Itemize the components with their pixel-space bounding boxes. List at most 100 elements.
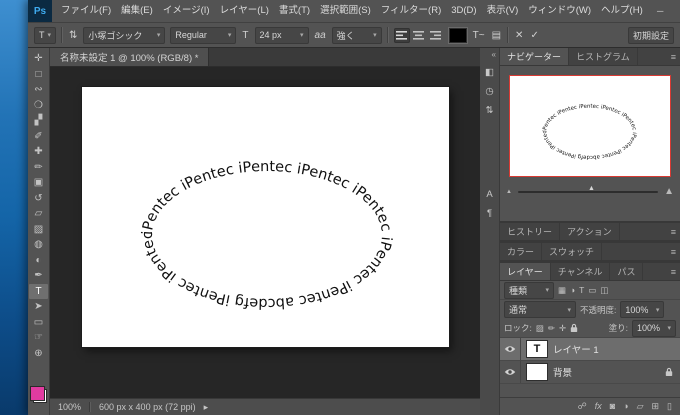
text-color-swatch[interactable]: [449, 28, 467, 43]
menu-3d[interactable]: 3D(D): [446, 0, 481, 22]
zoom-slider-thumb[interactable]: ▲: [588, 185, 595, 192]
menu-window[interactable]: ウィンドウ(W): [523, 0, 596, 22]
adjustment-layer-button[interactable]: ◑: [623, 398, 628, 415]
font-style-select[interactable]: Regular ▾: [170, 27, 236, 44]
zoom-tool-button[interactable]: ⊕: [29, 346, 48, 362]
link-layers-button[interactable]: ☍: [578, 398, 587, 415]
tab-histogram[interactable]: ヒストグラム: [569, 48, 638, 65]
layer-thumbnail[interactable]: [527, 364, 547, 380]
zoom-level-input[interactable]: 100%: [58, 402, 81, 412]
font-family-select[interactable]: 小塚ゴシック ▾: [83, 27, 165, 44]
zoom-slider[interactable]: ▲: [518, 191, 658, 193]
cancel-edit-button[interactable]: ✕: [514, 30, 524, 41]
type-tool-button[interactable]: T: [29, 284, 48, 300]
blend-mode-select[interactable]: 通常 ▾: [504, 301, 576, 318]
shape-tool-button[interactable]: ▭: [29, 315, 48, 331]
filter-smart-object-icon[interactable]: ◫: [600, 285, 608, 296]
menu-file[interactable]: ファイル(F): [56, 0, 116, 22]
history-brush-tool-button[interactable]: ↺: [29, 191, 48, 207]
panel-menu-icon[interactable]: ≡: [667, 223, 680, 240]
menu-edit[interactable]: 編集(E): [116, 0, 158, 22]
lock-position-icon[interactable]: ✛: [559, 323, 566, 334]
minimize-button[interactable]: ─: [648, 0, 673, 22]
zoom-out-icon[interactable]: ▲: [506, 189, 512, 195]
lock-all-icon[interactable]: [570, 323, 578, 333]
clone-stamp-tool-button[interactable]: ▣: [29, 175, 48, 191]
layer-kind-filter-select[interactable]: 種類 ▾: [504, 282, 554, 299]
layer-style-button[interactable]: fx: [595, 398, 602, 415]
menu-type[interactable]: 書式(T): [274, 0, 315, 22]
toggle-panels-button[interactable]: ▤: [491, 30, 502, 41]
document-tab[interactable]: 名称未設定 1 @ 100% (RGB/8) *: [50, 48, 209, 66]
align-left-button[interactable]: [394, 28, 410, 43]
visibility-toggle[interactable]: [500, 338, 521, 360]
info-panel-icon[interactable]: ◷: [485, 87, 493, 97]
delete-layer-button[interactable]: ▯: [667, 398, 672, 415]
warp-text-button[interactable]: T~: [472, 30, 486, 41]
new-layer-button[interactable]: ⊞: [652, 398, 660, 415]
character-panel-icon[interactable]: A: [486, 190, 492, 200]
tab-history[interactable]: ヒストリー: [500, 223, 560, 240]
properties-panel-icon[interactable]: ◧: [485, 68, 494, 78]
layer-row-background[interactable]: 背景: [500, 361, 680, 384]
tab-swatches[interactable]: スウォッチ: [542, 243, 602, 260]
menu-filter[interactable]: フィルター(R): [376, 0, 447, 22]
lasso-tool-button[interactable]: ∾: [29, 82, 48, 98]
menu-help[interactable]: ヘルプ(H): [596, 0, 648, 22]
panel-menu-icon[interactable]: ≡: [667, 243, 680, 260]
tab-actions[interactable]: アクション: [560, 223, 620, 240]
crop-tool-button[interactable]: ▞: [29, 113, 48, 129]
eyedropper-tool-button[interactable]: ✐: [29, 129, 48, 145]
lock-transparency-icon[interactable]: ▨: [536, 323, 544, 334]
new-group-button[interactable]: ▱: [637, 398, 644, 415]
restore-button[interactable]: ❐: [673, 0, 680, 22]
quick-selection-tool-button[interactable]: ❍: [29, 98, 48, 114]
tab-paths[interactable]: パス: [610, 263, 643, 280]
zoom-in-icon[interactable]: ▲: [664, 186, 674, 197]
anti-alias-select[interactable]: 強く ▾: [332, 27, 382, 44]
align-right-button[interactable]: [428, 28, 444, 43]
tab-color[interactable]: カラー: [500, 243, 542, 260]
filter-shape-icon[interactable]: ▭: [588, 285, 596, 296]
visibility-toggle[interactable]: [500, 361, 521, 383]
tab-navigator[interactable]: ナビゲーター: [500, 48, 569, 65]
workspace-switcher[interactable]: 初期設定: [628, 27, 674, 44]
panel-menu-icon[interactable]: ≡: [667, 263, 680, 280]
filter-type-icon[interactable]: T: [579, 285, 584, 296]
tool-preset-dropdown[interactable]: T ▾: [34, 27, 56, 44]
font-size-select[interactable]: 24 px ▾: [255, 27, 309, 44]
blur-tool-button[interactable]: ◍: [29, 237, 48, 253]
tab-channels[interactable]: チャンネル: [551, 263, 611, 280]
layer-thumbnail[interactable]: T: [527, 341, 547, 357]
panel-menu-icon[interactable]: ≡: [667, 48, 680, 65]
layer-name[interactable]: 背景: [553, 365, 572, 379]
canvas[interactable]: iPentec iPentec iPentec iPentec iPentec …: [82, 87, 449, 347]
commit-edit-button[interactable]: ✓: [529, 30, 539, 41]
tab-layers[interactable]: レイヤー: [500, 263, 551, 280]
status-menu-arrow[interactable]: ▸: [204, 402, 209, 413]
menu-select[interactable]: 選択範囲(S): [315, 0, 376, 22]
spot-healing-tool-button[interactable]: ✚: [29, 144, 48, 160]
gradient-tool-button[interactable]: ▨: [29, 222, 48, 238]
path-selection-tool-button[interactable]: ➤: [29, 299, 48, 315]
navigator-proxy-view[interactable]: iPentec iPentec iPentec iPentec iPentec …: [509, 75, 671, 177]
brush-tool-button[interactable]: ✏: [29, 160, 48, 176]
foreground-color-swatch[interactable]: [30, 386, 45, 401]
layer-row-text-layer[interactable]: T レイヤー 1: [500, 338, 680, 361]
dodge-tool-button[interactable]: ◐: [29, 253, 48, 269]
paragraph-panel-icon[interactable]: ¶: [487, 209, 492, 219]
text-orientation-toggle-button[interactable]: ⇅: [68, 30, 78, 41]
filter-pixel-icon[interactable]: ▦: [558, 285, 566, 296]
add-mask-button[interactable]: ◙: [610, 398, 615, 415]
opacity-input[interactable]: 100% ▾: [620, 301, 664, 318]
menu-layer[interactable]: レイヤー(L): [215, 0, 274, 22]
layer-name[interactable]: レイヤー 1: [553, 342, 599, 356]
pen-tool-button[interactable]: ✒: [29, 268, 48, 284]
lock-pixels-icon[interactable]: ✏: [548, 323, 555, 334]
menu-image[interactable]: イメージ(I): [158, 0, 215, 22]
filter-adjustment-icon[interactable]: ◑: [570, 285, 575, 296]
hand-tool-button[interactable]: ☞: [29, 330, 48, 346]
libraries-panel-icon[interactable]: ⇅: [486, 106, 494, 116]
eraser-tool-button[interactable]: ▱: [29, 206, 48, 222]
marquee-tool-button[interactable]: □: [29, 67, 48, 83]
